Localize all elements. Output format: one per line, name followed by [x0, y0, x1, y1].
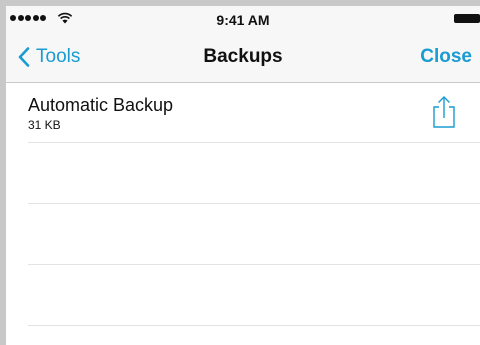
status-time: 9:41 AM [216, 12, 270, 28]
empty-row [28, 265, 480, 326]
backup-size: 31 KB [28, 118, 61, 132]
share-icon[interactable] [430, 95, 458, 129]
close-button[interactable]: Close [420, 46, 472, 68]
navigation-bar: Tools Backups Close [6, 32, 480, 83]
battery-icon [454, 14, 480, 23]
backup-name: Automatic Backup [28, 95, 174, 115]
empty-row [28, 204, 480, 265]
status-bar: 9:41 AM [6, 6, 480, 32]
list-item[interactable]: Automatic Backup 31 KB [28, 83, 480, 143]
empty-row [28, 143, 480, 204]
page-title: Backups [203, 46, 283, 67]
app-window: 9:41 AM Tools Backups Close Automatic Ba… [6, 6, 480, 345]
backup-list: Automatic Backup 31 KB [6, 83, 480, 326]
